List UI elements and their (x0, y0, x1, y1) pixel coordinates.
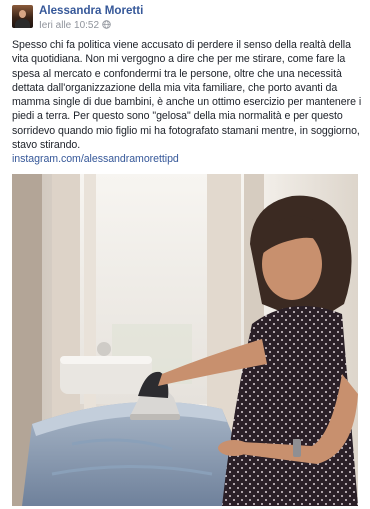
post-caption: Spesso chi fa politica viene accusato di… (12, 38, 362, 167)
post-meta: Ieri alle 10:52 (39, 19, 143, 32)
caption-text: Spesso chi fa politica viene accusato di… (12, 39, 362, 152)
instagram-link[interactable]: instagram.com/alessandramorettipd (12, 153, 179, 165)
post-header: Alessandra Moretti Ieri alle 10:52 (12, 4, 143, 32)
post-photo[interactable] (12, 174, 358, 506)
ironing-photo (12, 174, 358, 506)
post-timestamp[interactable]: Ieri alle 10:52 (39, 20, 99, 31)
facebook-post: Alessandra Moretti Ieri alle 10:52 Spess… (0, 0, 370, 509)
avatar[interactable] (12, 5, 33, 28)
author-name[interactable]: Alessandra Moretti (39, 5, 143, 17)
globe-icon (102, 19, 111, 32)
post-header-text: Alessandra Moretti Ieri alle 10:52 (39, 4, 143, 32)
